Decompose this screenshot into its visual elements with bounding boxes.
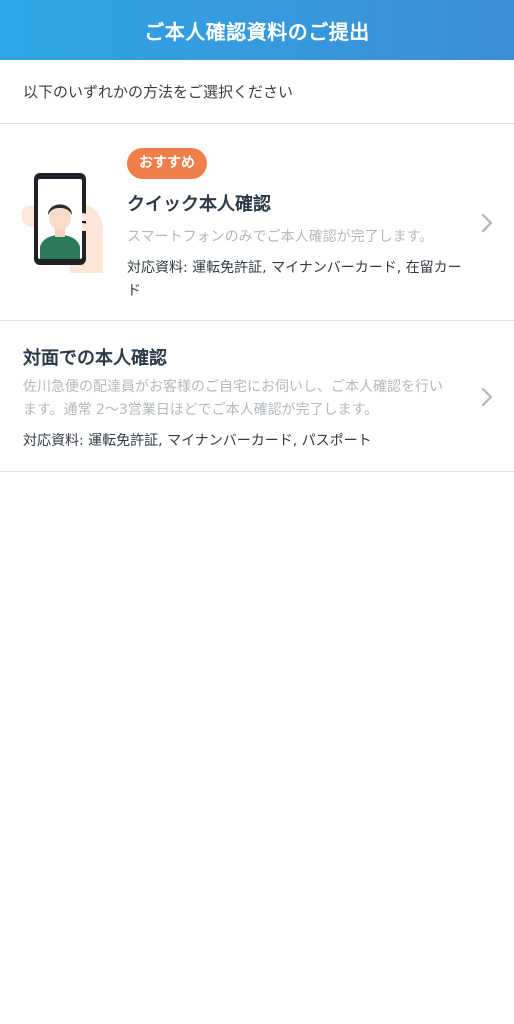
face-to-face-verification-documents: 対応資料: 運転免許証, マイナンバーカード, パスポート <box>23 433 372 449</box>
phone-selfie-illustration <box>22 173 103 273</box>
chevron-right-icon <box>481 387 493 407</box>
quick-verification-title: クイック本人確認 <box>127 194 271 215</box>
quick-verification-description: スマートフォンのみでご本人確認が完了します。 <box>127 229 434 245</box>
quick-verification-option[interactable]: おすすめ クイック本人確認 スマートフォンのみでご本人確認が完了します。 対応資… <box>0 124 514 321</box>
page-title: ご本人確認資料のご提出 <box>144 19 370 44</box>
face-to-face-verification-option[interactable]: 対面での本人確認 佐川急便の配達員がお客様のご自宅にお伺いし、ご本人確認を行いま… <box>0 321 514 472</box>
intro-instruction: 以下のいずれかの方法をご選択ください <box>0 60 514 124</box>
recommended-badge: おすすめ <box>127 148 207 179</box>
face-to-face-verification-title: 対面での本人確認 <box>23 348 167 369</box>
page-header: ご本人確認資料のご提出 <box>0 0 514 60</box>
quick-verification-documents: 対応資料: 運転免許証, マイナンバーカード, 在留カード <box>127 260 462 299</box>
chevron-right-icon <box>481 213 493 233</box>
face-to-face-verification-description: 佐川急便の配達員がお客様のご自宅にお伺いし、ご本人確認を行います。通常 2～3営… <box>23 379 443 418</box>
